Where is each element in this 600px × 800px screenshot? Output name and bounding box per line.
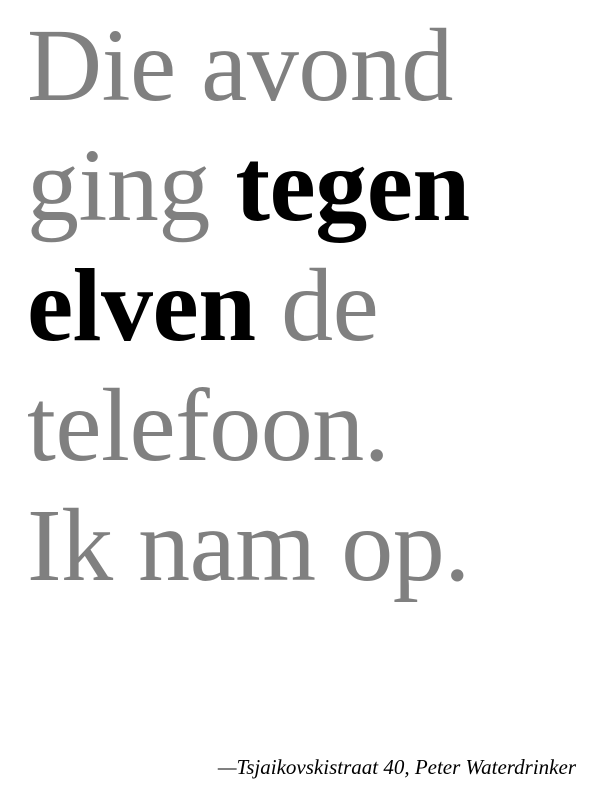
quote-attribution: —Tsjaikovskistraat 40, Peter Waterdrinke…	[217, 755, 576, 779]
quote-text-muted: Ik nam op.	[27, 488, 470, 603]
quote-text-muted: ging	[27, 128, 236, 243]
quote-text-emphasis: elven	[27, 248, 256, 363]
quote-line-4: telefoon.	[27, 366, 597, 486]
quote-text-emphasis: tegen	[235, 128, 470, 243]
quote-line-1: Die avond	[27, 6, 597, 126]
quote-text-muted: telefoon.	[27, 368, 390, 483]
quote-line-2: ging tegen	[27, 126, 597, 246]
quote-text-muted: Die avond	[27, 8, 453, 123]
quote-text-muted: de	[255, 248, 379, 363]
quote-block: Die avond ging tegen elven de telefoon. …	[27, 6, 597, 606]
quote-line-3: elven de	[27, 246, 597, 366]
quote-line-5: Ik nam op.	[27, 486, 597, 606]
